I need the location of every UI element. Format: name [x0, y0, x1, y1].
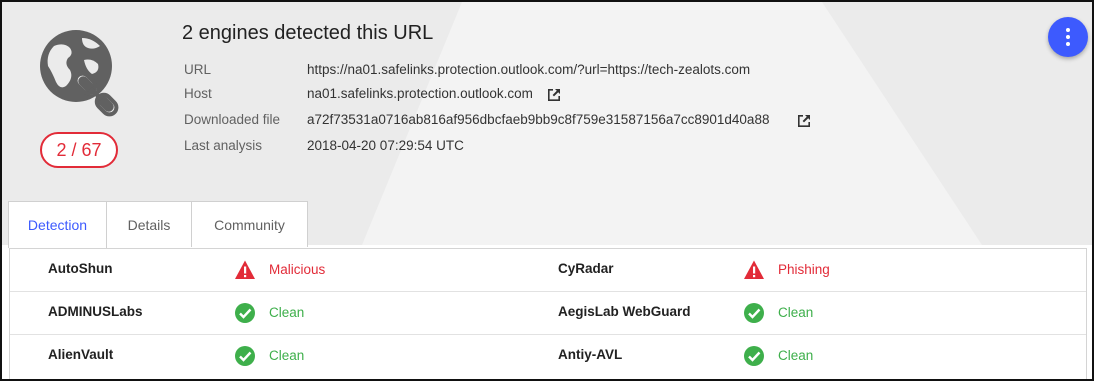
status-clean: Clean — [778, 348, 814, 363]
meta-label: Downloaded file — [184, 112, 281, 127]
status-phishing: Phishing — [778, 262, 830, 277]
check-circle-icon — [744, 346, 764, 366]
tab-detection[interactable]: Detection — [8, 201, 107, 248]
open-in-new-icon[interactable] — [546, 87, 562, 103]
more-vert-icon — [1066, 35, 1070, 39]
warning-icon — [235, 260, 255, 279]
table-row: AutoShun Malicious CyRadar Phishing — [10, 249, 1086, 292]
meta-label: Last analysis — [184, 138, 263, 153]
host-value[interactable]: na01.safelinks.protection.outlook.com — [307, 86, 533, 101]
check-circle-icon — [235, 303, 255, 323]
engine-name: AegisLab WebGuard — [558, 304, 691, 319]
last-analysis-value: 2018-04-20 07:29:54 UTC — [307, 138, 464, 153]
file-hash-value[interactable]: a72f73531a0716ab816af956dbcfaeb9bb9c8f75… — [307, 112, 769, 127]
meta-label: URL — [184, 62, 212, 77]
status-clean: Clean — [269, 348, 305, 363]
globe-link-icon — [40, 30, 119, 117]
check-circle-icon — [744, 303, 764, 323]
table-row: ADMINUSLabs Clean AegisLab WebGuard Clea… — [10, 292, 1086, 335]
status-clean: Clean — [778, 305, 814, 320]
engine-name: Antiy-AVL — [558, 347, 623, 362]
engine-name: AlienVault — [48, 347, 114, 362]
detection-ratio-badge: 2 / 67 — [40, 132, 118, 168]
warning-icon — [744, 260, 764, 279]
table-row: AlienVault Clean Antiy-AVL Clean — [10, 335, 1086, 378]
open-in-new-icon[interactable] — [796, 113, 812, 129]
tab-details[interactable]: Details — [106, 201, 192, 247]
url-value: https://na01.safelinks.protection.outloo… — [307, 62, 751, 77]
meta-label: Host — [184, 86, 212, 101]
detection-results-table: AutoShun Malicious CyRadar Phishing ADMI… — [9, 248, 1087, 379]
status-clean: Clean — [269, 305, 305, 320]
more-vert-icon — [1066, 42, 1070, 46]
tab-community[interactable]: Community — [191, 201, 308, 247]
more-vert-icon — [1066, 28, 1070, 32]
page-title: 2 engines detected this URL — [182, 22, 434, 44]
engine-name: AutoShun — [48, 261, 113, 276]
check-circle-icon — [235, 346, 255, 366]
engine-name: CyRadar — [558, 261, 614, 276]
more-options-button[interactable] — [1048, 17, 1088, 57]
engine-name: ADMINUSLabs — [48, 304, 143, 319]
scan-report-panel: 2 / 67 2 engines detected this URL URL h… — [0, 0, 1094, 381]
status-malicious: Malicious — [269, 262, 326, 277]
